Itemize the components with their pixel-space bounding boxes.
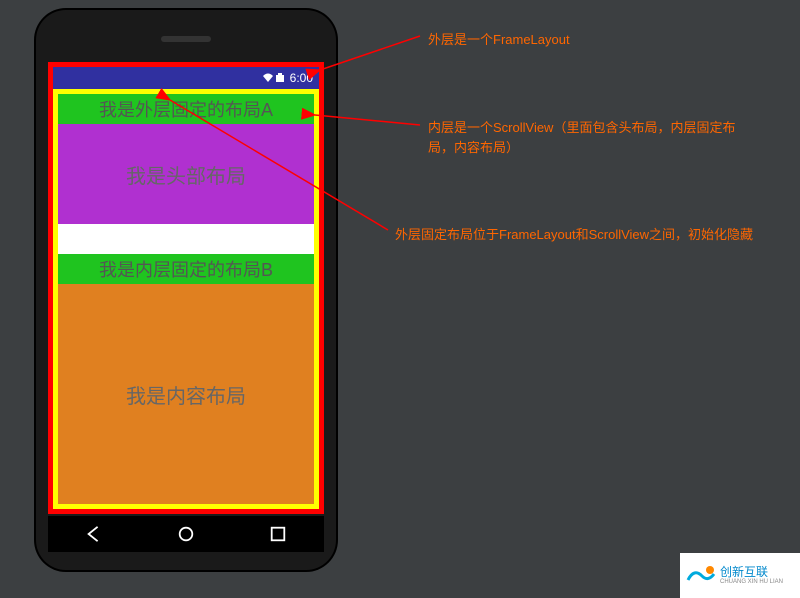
frame-layout-outline: 6:00 我是外层固定的布局A 我是头部布局 我是内层固定的布局B 我是内容布局 [48,62,324,514]
content-layout: 我是内容布局 [58,284,314,504]
wifi-icon [262,73,274,83]
nav-bar [48,516,324,552]
watermark-logo: 创新互联 CHUANG XIN HU LIAN [680,553,800,598]
status-icons [262,73,286,83]
outer-fixed-layout-a: 我是外层固定的布局A [58,94,314,124]
watermark-text-wrap: 创新互联 CHUANG XIN HU LIAN [720,566,783,585]
inner-fixed-layout-b: 我是内层固定的布局B [58,254,314,284]
status-bar: 6:00 [53,67,319,89]
watermark-sub: CHUANG XIN HU LIAN [720,579,783,585]
watermark-icon [684,560,716,592]
status-time: 6:00 [290,71,313,85]
phone-mockup: 6:00 我是外层固定的布局A 我是头部布局 我是内层固定的布局B 我是内容布局 [36,10,336,570]
watermark-brand: 创新互联 [720,566,783,579]
annotation-framelayout: 外层是一个FrameLayout [428,30,570,50]
gap [58,224,314,254]
back-icon[interactable] [85,525,103,543]
annotation-fixed-hidden: 外层固定布局位于FrameLayout和ScrollView之间，初始化隐藏 [395,225,795,245]
recent-icon[interactable] [269,525,287,543]
battery-icon [276,73,286,83]
header-layout: 我是头部布局 [58,124,314,224]
screen: 6:00 我是外层固定的布局A 我是头部布局 我是内层固定的布局B 我是内容布局 [48,62,324,514]
speaker-slit [161,36,211,42]
annotation-scrollview: 内层是一个ScrollView（里面包含头布局，内层固定布局，内容布局） [428,118,758,157]
scroll-view-outline: 我是外层固定的布局A 我是头部布局 我是内层固定的布局B 我是内容布局 [53,89,319,509]
home-icon[interactable] [177,525,195,543]
